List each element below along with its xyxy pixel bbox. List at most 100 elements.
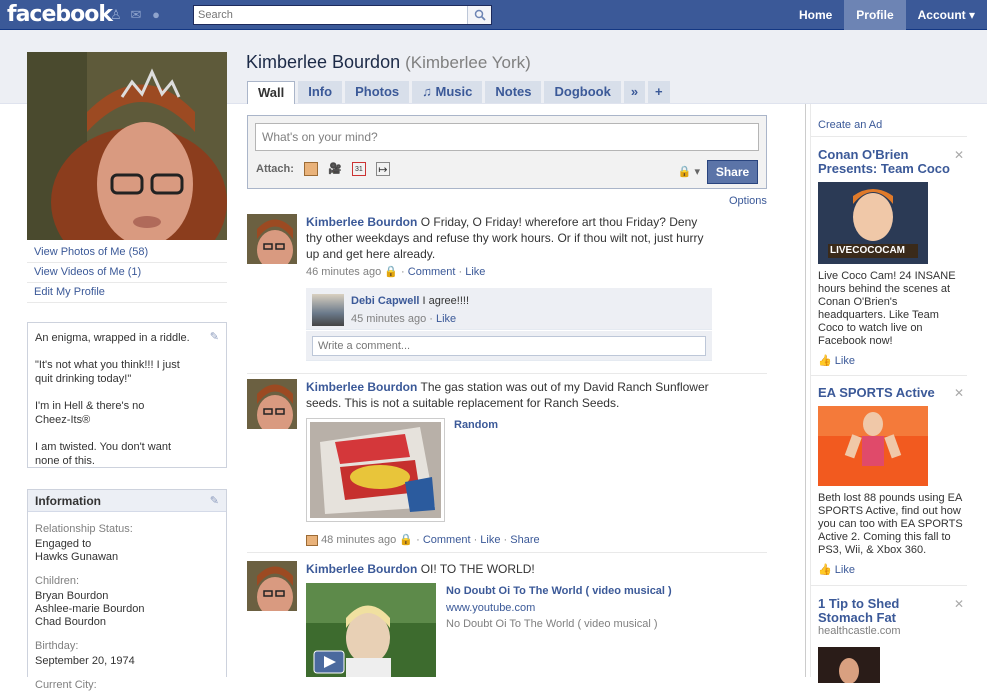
tab-dogbook[interactable]: Dogbook [544, 81, 621, 103]
ad-image[interactable] [818, 647, 880, 683]
child-link[interactable]: Bryan Bourdon [35, 590, 219, 603]
nav-account[interactable]: Account ▾ [906, 0, 987, 30]
view-videos-link[interactable]: View Videos of Me (1) [27, 263, 227, 283]
story-actor[interactable]: Kimberlee Bourdon [306, 380, 417, 394]
ad-image[interactable]: LIVECOCOCAM [818, 182, 928, 264]
birthday-value: September 20, 1974 [35, 655, 135, 667]
comment-like-link[interactable]: Like [436, 313, 456, 325]
link-domain[interactable]: www.youtube.com [446, 602, 535, 614]
friend-requests-icon[interactable]: ♙ [108, 7, 124, 22]
story-text: OI! TO THE WORLD! [420, 562, 535, 576]
facebook-logo[interactable]: facebook [7, 2, 113, 27]
ad-unit: 1 Tip to Shed Stomach Fat ✕ healthcastle… [818, 597, 968, 683]
relationship-value: Engaged to [35, 538, 92, 550]
story-divider [247, 552, 767, 553]
avatar[interactable] [247, 214, 297, 264]
link-icon[interactable]: ↦ [375, 162, 390, 176]
story-time[interactable]: 48 minutes ago [321, 534, 396, 546]
event-icon[interactable]: 31 [351, 162, 366, 176]
close-icon[interactable]: ✕ [954, 386, 964, 400]
profile-name: Kimberlee Bourdon (Kimberlee York) [246, 52, 531, 72]
share-button[interactable]: Share [707, 160, 758, 184]
add-tab-button[interactable]: + [648, 81, 670, 103]
view-photos-link[interactable]: View Photos of Me (58) [27, 243, 227, 263]
like-link[interactable]: Like [465, 266, 485, 278]
attachment-photo[interactable] [306, 418, 445, 522]
create-ad-link[interactable]: Create an Ad [818, 119, 882, 131]
photo-icon[interactable] [303, 162, 318, 176]
ad-divider [810, 585, 967, 586]
ad-image[interactable] [818, 406, 928, 486]
avatar[interactable] [247, 561, 297, 611]
story-meta: 48 minutes ago 🔒 · Comment · Like · Shar… [306, 533, 540, 546]
ad-title[interactable]: EA SPORTS Active [818, 386, 968, 400]
attachment-title[interactable]: Random [454, 419, 498, 431]
close-icon[interactable]: ✕ [954, 148, 964, 162]
comment-time: 45 minutes ago [351, 313, 427, 325]
profile-picture[interactable] [27, 52, 227, 240]
ad-divider [810, 375, 967, 376]
about-line: I'm in Hell & there's no Cheez-Its® [35, 400, 145, 426]
comment-link[interactable]: Comment [408, 266, 456, 278]
avatar[interactable] [247, 379, 297, 429]
status-input[interactable]: What's on your mind? [255, 123, 759, 151]
comment-item: Debi Capwell I agree!!!! 45 minutes ago … [306, 288, 712, 330]
profile-links: View Photos of Me (58) View Videos of Me… [27, 243, 227, 303]
current-city-label: Current City: [35, 679, 97, 691]
ad-like[interactable]: 👍 Like [818, 354, 968, 367]
story-meta: 46 minutes ago 🔒 · Comment · Like [306, 266, 486, 278]
messages-icon[interactable]: ✉ [128, 7, 144, 22]
story-divider [247, 373, 767, 374]
comment-link[interactable]: Comment [423, 534, 471, 546]
link-description: No Doubt Oi To The World ( video musical… [446, 618, 658, 630]
like-link[interactable]: Like [480, 534, 500, 546]
story-actor[interactable]: Kimberlee Bourdon [306, 562, 417, 576]
link-title[interactable]: No Doubt Oi To The World ( video musical… [446, 585, 672, 597]
information-header: Information ✎ [28, 490, 226, 512]
options-link[interactable]: Options [729, 195, 767, 207]
feed-story: Kimberlee Bourdon OI! TO THE WORLD! No D… [247, 561, 767, 677]
about-line: "It's not what you think!!! I just quit … [35, 359, 180, 385]
search-input[interactable] [194, 6, 464, 24]
information-box: Information ✎ Relationship Status: Engag… [27, 489, 227, 691]
tab-info[interactable]: Info [298, 81, 343, 103]
comment-input[interactable]: Write a comment... [312, 336, 706, 356]
status-composer: What's on your mind? Attach: 🎥 31 ↦ 🔒 ▾ … [247, 115, 767, 189]
commenter-name[interactable]: Debi Capwell [351, 295, 419, 307]
tab-wall[interactable]: Wall [247, 81, 296, 104]
tab-music[interactable]: ♫ Music [412, 81, 483, 103]
relationship-link[interactable]: Hawks Gunawan [35, 551, 219, 564]
tab-photos[interactable]: Photos [345, 81, 410, 103]
more-tabs-button[interactable]: » [623, 81, 646, 103]
notification-jewels: ♙ ✉ ● [108, 7, 164, 22]
ad-title[interactable]: Conan O'Brien Presents: Team Coco [818, 148, 968, 176]
birthday-label: Birthday: [35, 640, 79, 652]
ad-unit: EA SPORTS Active ✕ Beth lost 88 pounds u… [818, 386, 968, 576]
commenter-avatar[interactable] [312, 294, 344, 326]
privacy-lock-icon[interactable]: 🔒 ▾ [678, 165, 700, 178]
close-icon[interactable]: ✕ [954, 597, 964, 611]
child-link[interactable]: Chad Bourdon [35, 616, 219, 629]
search-icon[interactable] [467, 6, 491, 24]
children-label: Children: [35, 575, 80, 587]
story-actor[interactable]: Kimberlee Bourdon [306, 215, 417, 229]
photo-icon [306, 534, 318, 546]
video-thumbnail[interactable] [306, 583, 436, 677]
pencil-icon[interactable]: ✎ [210, 330, 219, 343]
child-link[interactable]: Ashlee-marie Bourdon [35, 603, 219, 616]
ad-title[interactable]: 1 Tip to Shed Stomach Fat [818, 597, 928, 625]
nav-home[interactable]: Home [787, 0, 844, 30]
edit-profile-link[interactable]: Edit My Profile [27, 283, 227, 303]
about-box: ✎ An enigma, wrapped in a riddle. "It's … [27, 322, 227, 468]
attach-label: Attach: [256, 163, 294, 175]
story-time[interactable]: 46 minutes ago [306, 266, 381, 278]
tab-notes[interactable]: Notes [485, 81, 542, 103]
share-link[interactable]: Share [510, 534, 539, 546]
notifications-icon[interactable]: ● [148, 7, 164, 22]
lock-icon: 🔒 [399, 534, 414, 546]
video-icon[interactable]: 🎥 [328, 162, 342, 176]
nav-profile[interactable]: Profile [844, 0, 906, 30]
pencil-icon[interactable]: ✎ [210, 490, 219, 512]
ad-divider [810, 136, 967, 137]
ad-like[interactable]: 👍 Like [818, 563, 968, 576]
